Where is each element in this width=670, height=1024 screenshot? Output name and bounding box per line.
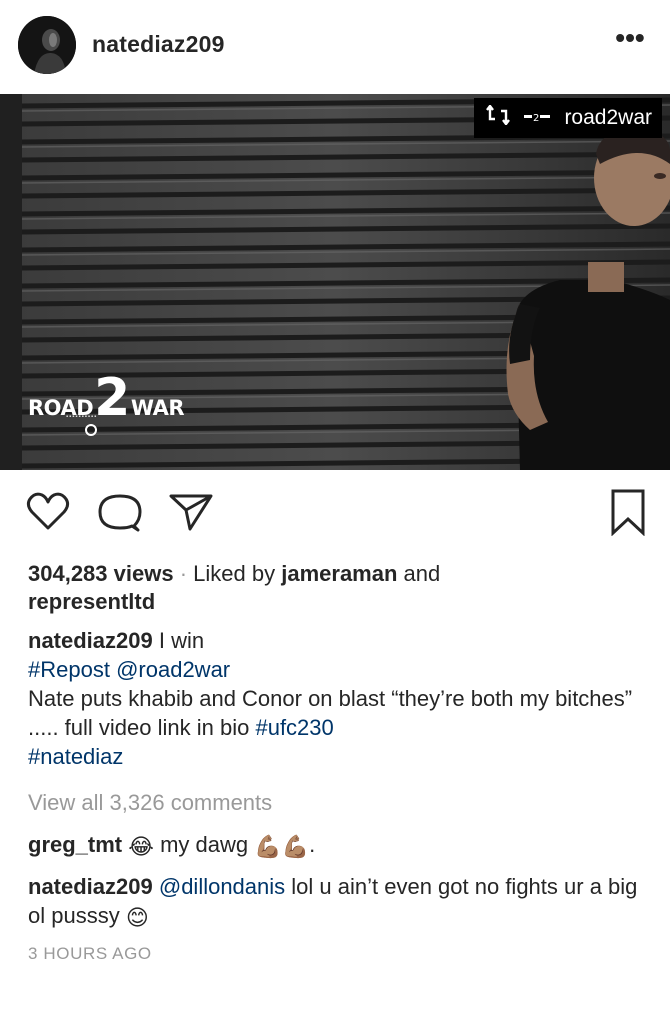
avatar[interactable]: [18, 16, 76, 74]
more-options-button[interactable]: •••: [608, 24, 652, 58]
action-bar: [0, 488, 670, 540]
logo-text-war: WAR: [130, 396, 185, 420]
comment-item: natediaz209 @dillondanis lol u ain’t eve…: [28, 872, 640, 932]
send-icon[interactable]: [168, 492, 214, 537]
comment-author[interactable]: greg_tmt: [28, 832, 122, 857]
view-all-comments-link[interactable]: View all 3,326 comments: [28, 790, 272, 816]
comment-suffix: .: [309, 832, 316, 857]
road2war-logo: ROAD 2 WAR ▪▪▪▪▪▪▪▪▪▪: [28, 368, 185, 436]
logo-text-two: 2: [94, 368, 130, 428]
heart-icon[interactable]: [26, 492, 70, 537]
road2war-mini-logo-icon: 2: [524, 112, 551, 124]
caption-author[interactable]: natediaz209: [28, 628, 153, 653]
repost-mention[interactable]: @road2war: [116, 657, 230, 682]
views-and-likes: 304,283 views · Liked by jameraman and r…: [28, 560, 648, 616]
liked-by-prefix: Liked by: [193, 561, 276, 586]
svg-text:2: 2: [533, 113, 539, 122]
repost-badge[interactable]: 2 road2war: [474, 98, 662, 138]
laughing-emoji-icon: 😂: [128, 833, 154, 859]
comment-text: my dawg: [160, 832, 249, 857]
liked-by-user[interactable]: jameraman: [281, 561, 397, 586]
comment-item: greg_tmt 😂 my dawg 💪🏽💪🏽.: [28, 830, 640, 861]
separator-dot: ·: [179, 561, 188, 586]
liked-by-other[interactable]: representltd: [28, 589, 155, 614]
post-caption: natediaz209 I win #Repost @road2war Nate…: [28, 626, 640, 771]
hashtag-natediaz[interactable]: #natediaz: [28, 744, 123, 769]
comment-mention[interactable]: @dillondanis: [159, 874, 285, 899]
liked-by-and: and: [403, 561, 441, 586]
caption-text: I win: [158, 628, 205, 653]
bookmark-icon[interactable]: [610, 488, 646, 541]
comment-icon[interactable]: [98, 492, 142, 539]
post-video[interactable]: 2 road2war ROAD 2 WAR ▪▪▪▪▪▪▪▪▪▪: [0, 94, 670, 470]
views-count[interactable]: 304,283 views: [28, 561, 174, 586]
repost-hashtag[interactable]: #Repost: [28, 657, 110, 682]
repost-icon: [486, 104, 511, 131]
flexed-biceps-emoji-icon: 💪🏽💪🏽: [254, 833, 310, 859]
repost-account-name: road2war: [564, 106, 652, 129]
post-header: natediaz209 •••: [0, 0, 670, 92]
comment-author[interactable]: natediaz209: [28, 874, 153, 899]
post-timestamp: 3 HOURS AGO: [28, 944, 152, 963]
avatar-image: [18, 16, 76, 74]
post-username[interactable]: natediaz209: [92, 31, 225, 58]
smiling-emoji-icon: 😊: [125, 904, 149, 930]
hashtag-ufc230[interactable]: #ufc230: [255, 715, 333, 740]
